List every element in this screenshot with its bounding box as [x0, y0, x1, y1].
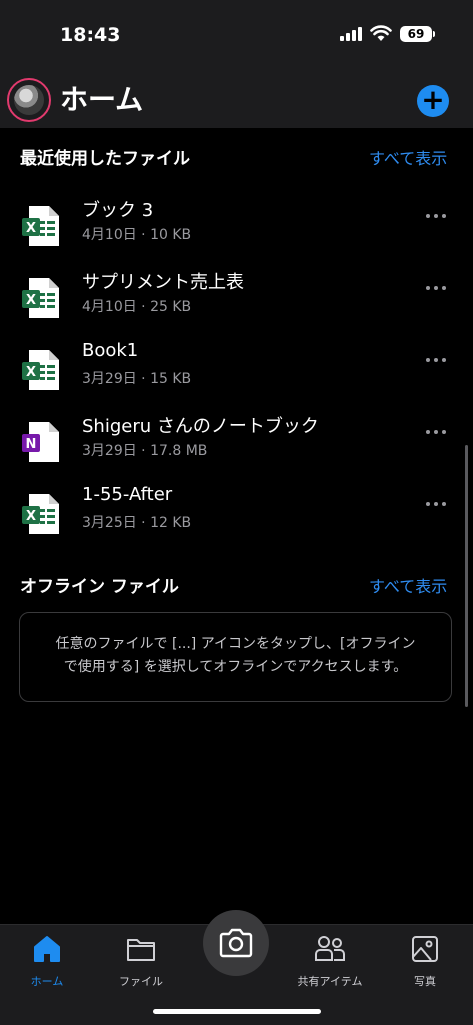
- file-meta: 4月10日 · 25 KB: [82, 299, 192, 315]
- tab-label: ファイル: [119, 975, 163, 988]
- scrollbar[interactable]: [465, 445, 468, 707]
- offline-info-card: 任意のファイルで [...] アイコンをタップし、[オフライン で使用する] を…: [19, 612, 452, 702]
- file-name: Shigeru さんのノートブック: [82, 416, 319, 437]
- file-name: サプリメント売上表: [82, 272, 244, 293]
- status-time: 18:43: [60, 24, 121, 46]
- more-options-icon[interactable]: [426, 428, 448, 436]
- app-header: ホーム +: [0, 70, 473, 128]
- file-item[interactable]: X 1-55-After 3月25日 · 12 KB: [0, 484, 460, 552]
- excel-file-icon: X: [22, 350, 59, 390]
- svg-text:N: N: [26, 437, 37, 452]
- avatar: [14, 85, 44, 115]
- recent-files-title: 最近使用したファイル: [20, 149, 190, 169]
- photo-icon: [412, 936, 438, 962]
- home-icon: [34, 936, 60, 962]
- tab-label: ホーム: [30, 975, 64, 988]
- more-options-icon[interactable]: [426, 356, 448, 364]
- file-meta: 3月29日 · 17.8 MB: [82, 443, 208, 459]
- wifi-icon: [370, 25, 392, 41]
- account-avatar-button[interactable]: [7, 78, 51, 122]
- file-name: 1-55-After: [82, 484, 173, 505]
- file-item[interactable]: X Book1 3月29日 · 15 KB: [0, 340, 460, 408]
- svg-text:X: X: [26, 365, 36, 380]
- camera-icon: [219, 928, 253, 958]
- file-name: ブック 3: [82, 200, 154, 221]
- file-name: Book1: [82, 340, 139, 361]
- tab-label: 共有アイテム: [297, 975, 363, 988]
- excel-file-icon: X: [22, 494, 59, 534]
- folder-icon: [127, 939, 155, 961]
- onenote-file-icon: N: [22, 422, 59, 462]
- cellular-signal-icon: [340, 27, 362, 41]
- excel-file-icon: X: [22, 206, 59, 246]
- svg-text:X: X: [26, 509, 36, 524]
- more-options-icon[interactable]: [426, 212, 448, 220]
- offline-files-title: オフライン ファイル: [20, 577, 179, 597]
- offline-message-line: で使用する] を選択してオフラインでアクセスします。: [63, 659, 408, 675]
- more-options-icon[interactable]: [426, 284, 448, 292]
- camera-button[interactable]: [203, 910, 269, 976]
- tab-home[interactable]: ホーム: [7, 933, 87, 989]
- home-indicator: [153, 1009, 321, 1014]
- file-item[interactable]: X ブック 3 4月10日 · 10 KB: [0, 196, 460, 264]
- add-button[interactable]: +: [417, 85, 449, 117]
- tab-photos[interactable]: 写真: [385, 933, 465, 989]
- tab-label: 写真: [414, 975, 436, 988]
- status-bar: 18:43 69: [0, 0, 473, 70]
- offline-see-all-link[interactable]: すべて表示: [369, 573, 447, 597]
- more-options-icon[interactable]: [426, 500, 448, 508]
- offline-message-line: 任意のファイルで [...] アイコンをタップし、[オフライン: [55, 636, 416, 652]
- people-icon: [315, 936, 345, 961]
- file-meta: 4月10日 · 10 KB: [82, 227, 192, 243]
- excel-file-icon: X: [22, 278, 59, 318]
- svg-text:X: X: [26, 293, 36, 308]
- page-title: ホーム: [60, 83, 144, 116]
- file-item[interactable]: X サプリメント売上表 4月10日 · 25 KB: [0, 268, 460, 336]
- file-meta: 3月29日 · 15 KB: [82, 371, 192, 387]
- battery-cap: [433, 31, 435, 37]
- svg-text:X: X: [26, 221, 36, 236]
- file-item[interactable]: N Shigeru さんのノートブック 3月29日 · 17.8 MB: [0, 412, 460, 480]
- file-meta: 3月25日 · 12 KB: [82, 515, 192, 531]
- tab-shared[interactable]: 共有アイテム: [290, 933, 370, 989]
- recent-see-all-link[interactable]: すべて表示: [369, 145, 447, 169]
- battery-icon: 69: [400, 26, 432, 42]
- tab-files[interactable]: ファイル: [101, 933, 181, 989]
